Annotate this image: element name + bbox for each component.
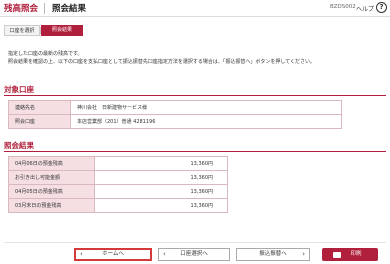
app-header: 残高照会 照会結果 BZDS002 ヘルプ ? <box>0 0 390 17</box>
result-label: 04月05日の預金残高 <box>8 184 95 199</box>
print-button-label: 印刷 <box>350 251 362 257</box>
instruction-line: 照会結果を確認の上、以下の口座を支払口座として振込振替先口座指定方法を選択する場… <box>8 59 316 65</box>
transfer-button[interactable]: 振込振替へ › <box>236 248 310 261</box>
table-row: 04月06日の預金残高 13,360円 <box>8 156 228 171</box>
chevron-left-icon: ‹ <box>163 250 166 258</box>
step-label: 照会結果 <box>51 27 72 33</box>
result-section-title: 照会結果 <box>4 141 34 150</box>
home-button-label: ホームへ <box>102 251 124 257</box>
table-row: 03月末日の預金残高 13,360円 <box>8 198 228 213</box>
result-value: 13,360円 <box>94 198 228 213</box>
account-value: 本店営業部（201）普通 4281196 <box>70 114 342 129</box>
step-result-current: 照会結果 <box>41 25 83 36</box>
print-button[interactable]: 印刷 <box>322 248 378 261</box>
step-label: 口座を選択 <box>9 28 35 34</box>
home-button[interactable]: ‹ ホームへ <box>74 248 152 261</box>
table-row: お引き出し可能金額 13,360円 <box>8 170 228 185</box>
result-label: お引き出し可能金額 <box>8 170 95 185</box>
contact-name-label: 連絡先名 <box>8 100 71 115</box>
account-section-title: 対象口座 <box>4 85 34 94</box>
result-table: 04月06日の預金残高 13,360円 お引き出し可能金額 13,360円 04… <box>8 156 228 213</box>
result-label: 04月06日の預金残高 <box>8 156 95 171</box>
help-link[interactable]: ヘルプ <box>356 4 374 13</box>
contact-name-value: 神川会社 日新建物サービス様 <box>70 100 342 115</box>
help-icon[interactable]: ? <box>376 2 387 13</box>
account-select-button-label: 口座選択へ <box>180 251 208 257</box>
brand-title: 残高照会 <box>4 4 39 14</box>
account-table: 連絡先名 神川会社 日新建物サービス様 照会口座 本店営業部（201）普通 42… <box>8 100 342 129</box>
printer-icon <box>333 252 341 258</box>
transfer-button-label: 振込振替へ <box>259 251 287 257</box>
screen-id: BZDS002 <box>330 4 356 10</box>
instruction-line: 指定した口座の最新の残高です。 <box>8 51 83 57</box>
account-label: 照会口座 <box>8 114 71 129</box>
table-row: 連絡先名 神川会社 日新建物サービス様 <box>8 100 342 115</box>
account-select-button[interactable]: ‹ 口座選択へ <box>158 248 230 261</box>
page-title: 照会結果 <box>52 4 87 14</box>
result-section-rule <box>4 151 386 152</box>
result-value: 13,360円 <box>94 170 228 185</box>
header-divider <box>44 3 45 14</box>
result-value: 13,360円 <box>94 184 228 199</box>
step-select-account: 口座を選択 <box>4 25 44 36</box>
footer-divider <box>4 242 386 243</box>
chevron-right-icon: › <box>302 250 305 258</box>
result-value: 13,360円 <box>94 156 228 171</box>
table-row: 照会口座 本店営業部（201）普通 4281196 <box>8 114 342 129</box>
result-label: 03月末日の預金残高 <box>8 198 95 213</box>
chevron-left-icon: ‹ <box>80 250 83 258</box>
instruction-text: 指定した口座の最新の残高です。 照会結果を確認の上、以下の口座を支払口座として振… <box>8 50 386 66</box>
account-section-rule <box>4 95 386 96</box>
table-row: 04月05日の預金残高 13,360円 <box>8 184 228 199</box>
